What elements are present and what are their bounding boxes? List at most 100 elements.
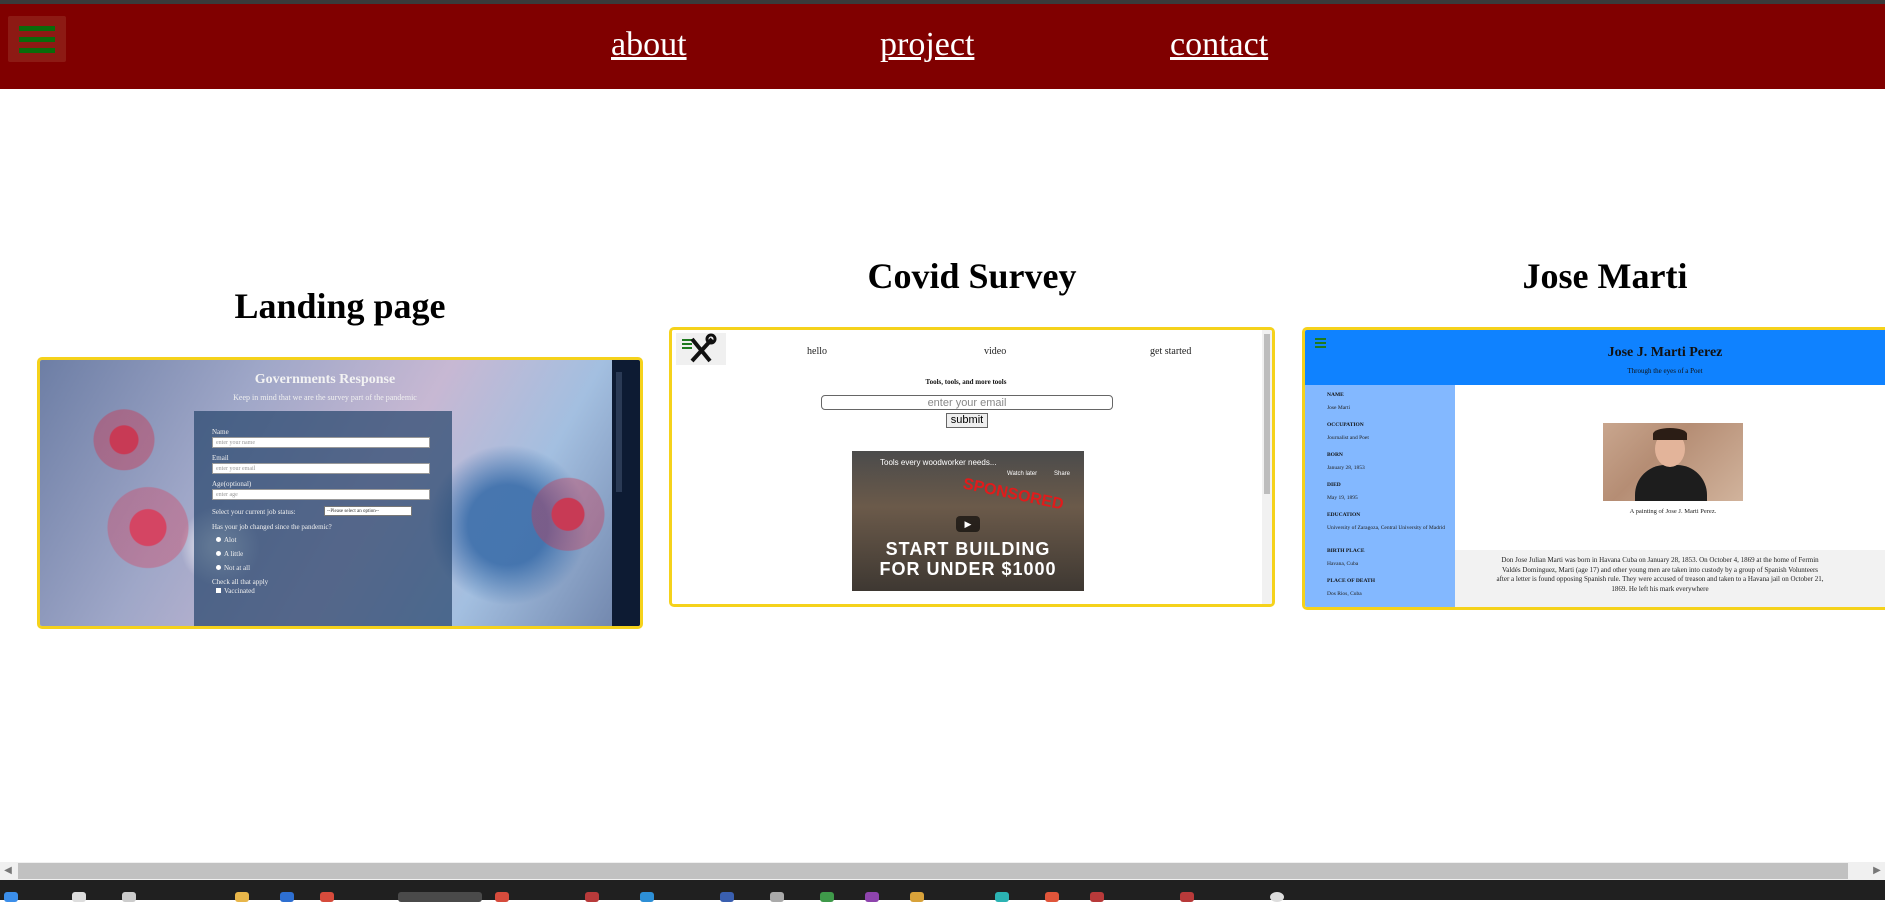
preview-scrollbar <box>1262 330 1272 604</box>
option-label: Not at all <box>224 564 251 572</box>
watch-later-label: Watch later <box>1007 471 1038 477</box>
active-app-icon[interactable] <box>398 892 482 902</box>
project-title-landing-page: Landing page <box>234 286 446 326</box>
app-icon[interactable] <box>720 892 734 902</box>
biography-text: Don Jose Julian Marti was born in Havana… <box>1496 556 1824 593</box>
nav-link-about[interactable]: about <box>611 28 687 62</box>
app-icon[interactable] <box>770 892 784 902</box>
navbar: about project contact <box>0 4 1885 89</box>
play-icon: ▶ <box>956 516 980 532</box>
menu-icon-bar <box>1315 342 1326 344</box>
video-headline-1: START BUILDING <box>885 539 1051 559</box>
option-label: A little <box>224 550 244 558</box>
facts-sidebar: NAME Jose Marti OCCUPATION Journalist an… <box>1305 385 1455 607</box>
share-label: Share <box>1054 471 1071 477</box>
landing-page-preview: Governments Response Keep in mind that w… <box>40 360 640 626</box>
menu-icon-bar <box>1315 338 1326 340</box>
preview-subheading: Through the eyes of a Poet <box>1627 367 1703 375</box>
portrait-caption: A painting of Jose J. Marti Perez. <box>1629 508 1717 515</box>
fact-value: May 19, 1895 <box>1327 495 1358 501</box>
project-card-covid-survey[interactable]: hello video get started Tools, tools, an… <box>669 327 1275 607</box>
os-taskbar <box>0 880 1885 902</box>
menu-icon-bar <box>1315 346 1326 348</box>
app-icon[interactable] <box>640 892 654 902</box>
app-icon[interactable] <box>1045 892 1059 902</box>
field-label: Age(optional) <box>212 480 252 488</box>
portrait-image <box>1603 423 1743 501</box>
file-explorer-icon[interactable] <box>235 892 249 902</box>
nav-link-project[interactable]: project <box>880 28 974 62</box>
start-icon[interactable] <box>4 892 18 902</box>
preview-nav-hello: hello <box>807 346 827 357</box>
fact-value: Jose Marti <box>1327 405 1351 411</box>
video-embed: Tools every woodworker needs... Watch la… <box>852 451 1084 591</box>
fact-value: University of Zaragoza, Central Universi… <box>1327 525 1446 531</box>
app-icon[interactable] <box>1270 892 1284 902</box>
menu-icon-bar <box>19 26 55 31</box>
menu-icon-bar <box>19 48 55 53</box>
preview-tagline: Tools, tools, and more tools <box>925 378 1007 386</box>
app-icon[interactable] <box>320 892 334 902</box>
task-view-icon[interactable] <box>122 892 136 902</box>
biography-section: Don Jose Julian Marti was born in Havana… <box>1455 550 1885 607</box>
fact-key: NAME <box>1327 392 1344 398</box>
tools-logo <box>676 333 726 365</box>
check-option-label: Vaccinated <box>224 587 255 595</box>
job-status-label: Select your current job status: <box>212 508 296 516</box>
fact-value: Havana, Cuba <box>1327 561 1359 567</box>
email-field: enter your email <box>821 395 1113 410</box>
question-label: Has your job changed since the pandemic? <box>212 523 332 531</box>
video-headline-2: FOR UNDER $1000 <box>879 559 1057 579</box>
nav-link-contact[interactable]: contact <box>1170 28 1268 62</box>
preview-heading: Jose J. Marti Perez <box>1607 345 1723 360</box>
preview-scrollbar <box>612 360 640 626</box>
app-icon[interactable] <box>865 892 879 902</box>
preview-subheading: Keep in mind that we are the survey part… <box>233 393 417 402</box>
preview-header: Jose J. Marti Perez Through the eyes of … <box>1305 330 1885 385</box>
project-card-landing-page[interactable]: Governments Response Keep in mind that w… <box>37 357 643 629</box>
wrench-screwdriver-icon <box>690 333 717 363</box>
age-field: enter age <box>212 489 430 500</box>
preview-nav-video: video <box>984 346 1007 357</box>
radio-icon <box>216 565 221 570</box>
project-title-jose-marti: Jose Marti <box>1522 256 1688 296</box>
app-icon[interactable] <box>820 892 834 902</box>
app-icon[interactable] <box>1090 892 1104 902</box>
menu-toggle-button[interactable] <box>8 16 66 62</box>
project-title-covid-survey: Covid Survey <box>867 256 1077 296</box>
video-title: Tools every woodworker needs... <box>880 458 997 467</box>
fact-key: OCCUPATION <box>1327 422 1364 428</box>
scroll-left-icon[interactable]: ◀ <box>0 862 16 880</box>
field-label: Email <box>212 454 229 462</box>
app-icon[interactable] <box>1180 892 1194 902</box>
checkbox-icon <box>216 588 221 593</box>
fact-key: BORN <box>1327 452 1343 458</box>
check-label: Check all that apply <box>212 578 269 586</box>
scrollbar-thumb[interactable] <box>18 863 1848 879</box>
job-status-select: --Please select an option-- <box>324 506 412 516</box>
app-icon[interactable] <box>495 892 509 902</box>
fact-key: EDUCATION <box>1327 512 1361 518</box>
search-icon[interactable] <box>72 892 86 902</box>
app-icon[interactable] <box>280 892 294 902</box>
radio-icon <box>216 551 221 556</box>
radio-icon <box>216 537 221 542</box>
app-icon[interactable] <box>585 892 599 902</box>
scroll-right-icon[interactable]: ▶ <box>1869 862 1885 880</box>
fact-value: Journalist and Poet <box>1327 435 1369 441</box>
app-icon[interactable] <box>910 892 924 902</box>
horizontal-scrollbar[interactable]: ◀ ▶ <box>0 862 1885 880</box>
app-icon[interactable] <box>995 892 1009 902</box>
option-label: Alot <box>224 536 237 544</box>
covid-survey-preview: hello video get started Tools, tools, an… <box>672 330 1272 604</box>
fact-key: PLACE OF DEATH <box>1327 578 1375 584</box>
sponsored-stamp: SPONSORED <box>961 475 1066 514</box>
survey-form-preview: Name enter your name Email enter your em… <box>194 411 452 626</box>
preview-heading: Governments Response <box>254 372 396 387</box>
menu-icon-bar <box>19 37 55 42</box>
fact-value: Dos Rios, Cuba <box>1327 591 1362 597</box>
name-field: enter your name <box>212 437 430 448</box>
submit-button: submit <box>946 413 988 428</box>
fact-value: January 28, 1853 <box>1327 465 1365 471</box>
project-card-jose-marti[interactable]: Jose J. Marti Perez Through the eyes of … <box>1302 327 1885 610</box>
